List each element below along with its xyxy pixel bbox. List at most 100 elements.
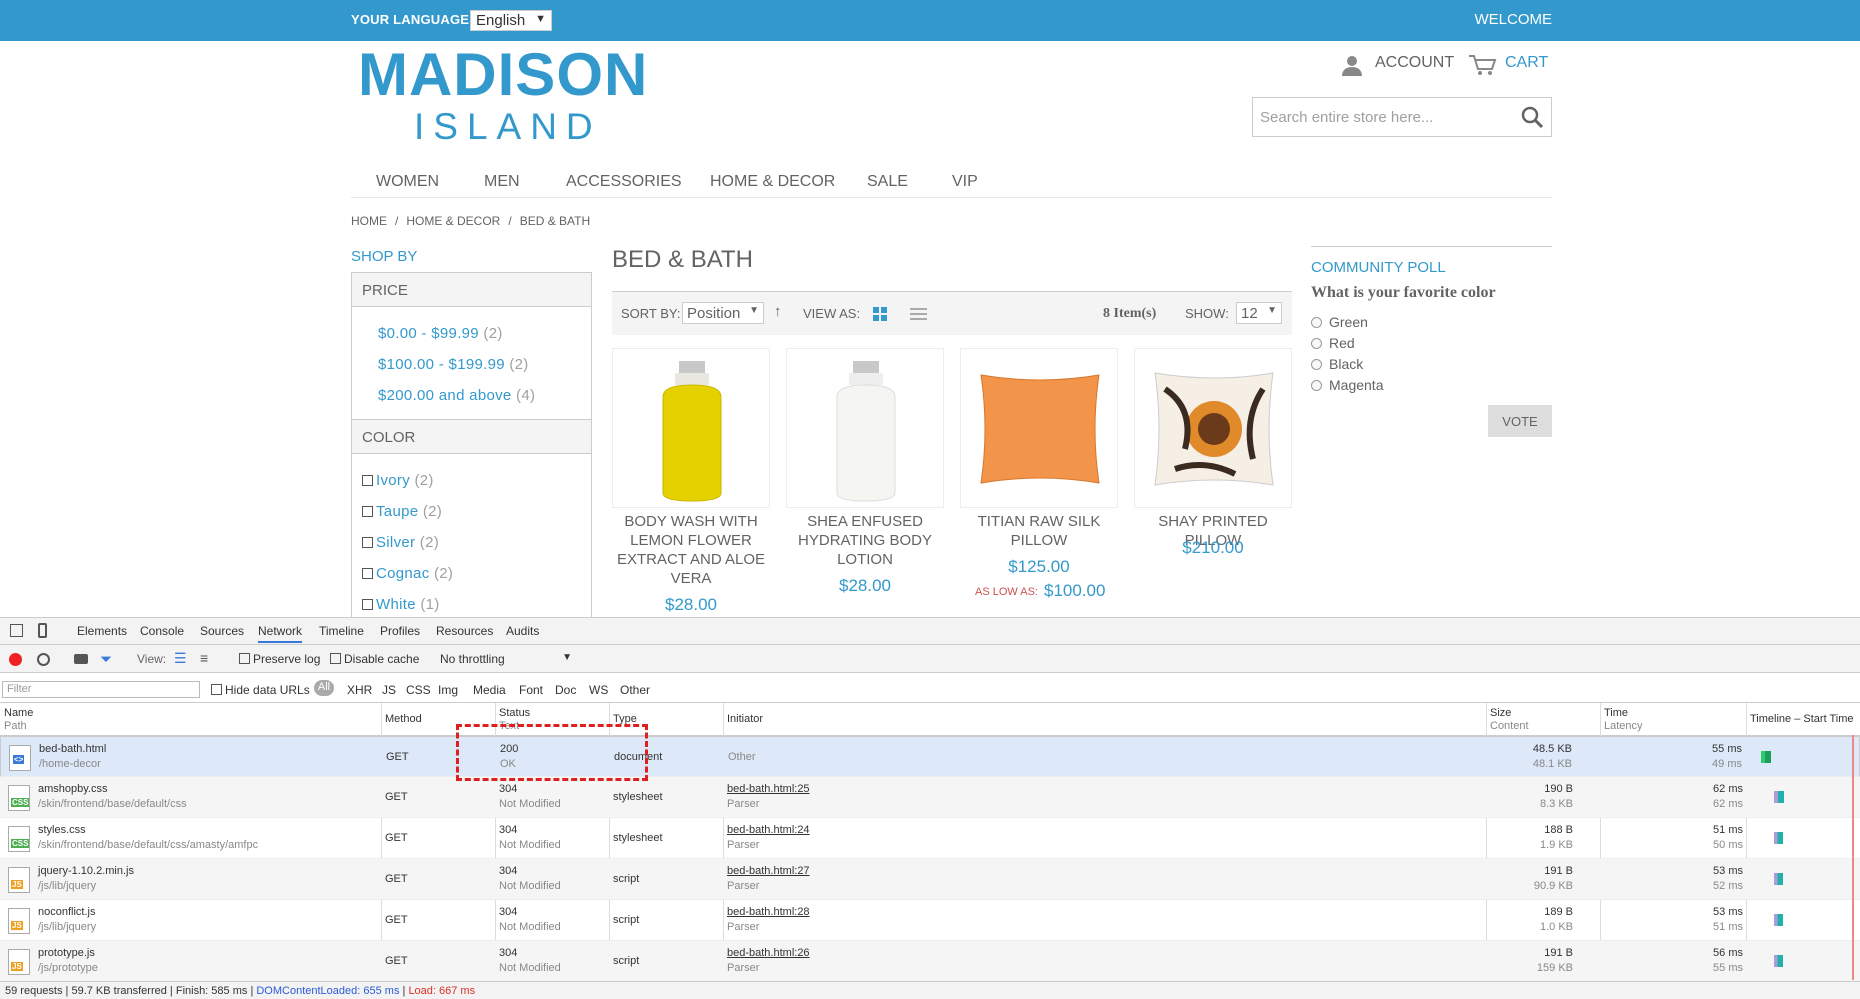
color-filter-option[interactable]: Taupe (2) bbox=[362, 503, 442, 520]
sort-by-select[interactable]: Position ▼ bbox=[682, 302, 764, 324]
checkbox-icon[interactable] bbox=[239, 653, 250, 664]
radio-icon[interactable] bbox=[1311, 359, 1322, 370]
product-image-printed-pillow[interactable] bbox=[1134, 348, 1292, 508]
price-filter-heading[interactable]: PRICE bbox=[352, 273, 591, 307]
type-filter-js[interactable]: JS bbox=[382, 683, 396, 697]
column-initiator[interactable]: Initiator bbox=[727, 713, 763, 726]
product-image-body-lotion[interactable] bbox=[786, 348, 944, 508]
type-filter-all[interactable]: All bbox=[314, 680, 334, 696]
color-filter-option[interactable]: Silver (2) bbox=[362, 534, 439, 551]
product-image-silk-pillow[interactable] bbox=[960, 348, 1118, 508]
inspect-element-icon[interactable] bbox=[10, 624, 23, 637]
language-select[interactable]: English ▼ bbox=[470, 10, 552, 31]
overview-icon[interactable]: ≡ bbox=[200, 650, 208, 666]
tab-profiles[interactable]: Profiles bbox=[380, 624, 420, 638]
tab-console[interactable]: Console bbox=[140, 624, 184, 638]
tab-resources[interactable]: Resources bbox=[436, 624, 493, 638]
vote-button[interactable]: VOTE bbox=[1488, 405, 1552, 437]
tab-elements[interactable]: Elements bbox=[77, 624, 127, 638]
cart-link[interactable]: CART bbox=[1468, 52, 1552, 78]
type-filter-css[interactable]: CSS bbox=[406, 683, 431, 697]
preserve-log-checkbox[interactable]: Preserve log bbox=[239, 652, 320, 666]
nav-item-men[interactable]: MEN bbox=[484, 173, 520, 191]
large-rows-icon[interactable]: ☰ bbox=[174, 650, 187, 667]
type-filter-font[interactable]: Font bbox=[519, 683, 543, 697]
sort-direction-icon[interactable]: ↑ bbox=[774, 303, 782, 320]
color-filter-option[interactable]: White (1) bbox=[362, 596, 440, 613]
color-filter-option[interactable]: Ivory (2) bbox=[362, 472, 434, 489]
search-icon[interactable] bbox=[1521, 106, 1543, 128]
table-row[interactable]: <> bed-bath.html/home-decor GET 200 OK do… bbox=[0, 736, 1860, 777]
column-name[interactable]: Name Path bbox=[4, 707, 33, 733]
checkbox-icon[interactable] bbox=[330, 653, 341, 664]
account-link[interactable]: ACCOUNT bbox=[1340, 52, 1454, 78]
checkbox-icon[interactable] bbox=[362, 568, 373, 579]
initiator-link[interactable]: bed-bath.html:25 bbox=[727, 782, 810, 797]
poll-option-red[interactable]: Red bbox=[1311, 335, 1355, 351]
price-filter-option[interactable]: $200.00 and above (4) bbox=[378, 387, 535, 404]
initiator-link[interactable]: bed-bath.html:27 bbox=[727, 864, 810, 879]
throttling-select[interactable]: No throttling ▼ bbox=[440, 652, 574, 666]
price-filter-option[interactable]: $0.00 - $99.99 (2) bbox=[378, 325, 503, 342]
filter-input[interactable]: Filter bbox=[2, 681, 200, 698]
breadcrumb-home-decor[interactable]: HOME & DECOR bbox=[406, 214, 500, 228]
tab-timeline[interactable]: Timeline bbox=[319, 624, 364, 638]
product-image-body-wash[interactable] bbox=[612, 348, 770, 508]
grid-view-icon[interactable] bbox=[873, 307, 887, 321]
filter-icon[interactable]: ⏷ bbox=[100, 651, 112, 668]
checkbox-icon[interactable] bbox=[362, 599, 373, 610]
nav-item-accessories[interactable]: ACCESSORIES bbox=[566, 173, 682, 191]
color-filter-option[interactable]: Cognac (2) bbox=[362, 565, 453, 582]
nav-item-vip[interactable]: VIP bbox=[952, 173, 978, 191]
show-per-page-select[interactable]: 12 ▼ bbox=[1236, 302, 1282, 324]
checkbox-icon[interactable] bbox=[362, 506, 373, 517]
type-filter-doc[interactable]: Doc bbox=[555, 683, 576, 697]
checkbox-icon[interactable] bbox=[362, 537, 373, 548]
nav-item-home-decor[interactable]: HOME & DECOR bbox=[710, 173, 835, 191]
table-row[interactable]: JS noconflict.js/js/lib/jquery GET 304 No… bbox=[0, 900, 1860, 941]
column-timeline[interactable]: Timeline – Start Time bbox=[1750, 713, 1854, 726]
checkbox-icon[interactable] bbox=[211, 684, 222, 695]
type-filter-other[interactable]: Other bbox=[620, 683, 650, 697]
hide-data-urls-checkbox[interactable]: Hide data URLs bbox=[211, 683, 310, 697]
radio-icon[interactable] bbox=[1311, 380, 1322, 391]
type-filter-ws[interactable]: WS bbox=[589, 683, 608, 697]
table-row[interactable]: CSS styles.css/skin/frontend/base/defaul… bbox=[0, 818, 1860, 859]
initiator-link[interactable]: bed-bath.html:24 bbox=[727, 823, 810, 838]
initiator-link[interactable]: bed-bath.html:26 bbox=[727, 946, 810, 961]
capture-screenshots-icon[interactable] bbox=[74, 654, 88, 664]
product-name-silk-pillow[interactable]: TITIAN RAW SILK PILLOW bbox=[960, 512, 1118, 550]
price-filter-option[interactable]: $100.00 - $199.99 (2) bbox=[378, 356, 529, 373]
column-method[interactable]: Method bbox=[385, 713, 422, 726]
disable-cache-checkbox[interactable]: Disable cache bbox=[330, 652, 419, 666]
column-time[interactable]: Time Latency bbox=[1604, 707, 1643, 733]
table-row[interactable]: CSS amshopby.css/skin/frontend/base/defa… bbox=[0, 777, 1860, 818]
clear-icon[interactable] bbox=[37, 653, 50, 666]
nav-item-sale[interactable]: SALE bbox=[867, 173, 908, 191]
poll-option-black[interactable]: Black bbox=[1311, 356, 1363, 372]
radio-icon[interactable] bbox=[1311, 338, 1322, 349]
device-mode-icon[interactable] bbox=[38, 623, 47, 638]
logo-island[interactable]: ISLAND bbox=[414, 106, 602, 148]
product-name-body-wash[interactable]: BODY WASH WITH LEMON FLOWER EXTRACT AND … bbox=[612, 512, 770, 588]
tab-audits[interactable]: Audits bbox=[506, 624, 539, 638]
initiator-link[interactable]: bed-bath.html:28 bbox=[727, 905, 810, 920]
poll-option-magenta[interactable]: Magenta bbox=[1311, 377, 1383, 393]
logo-madison[interactable]: MADISON bbox=[358, 40, 648, 109]
poll-option-green[interactable]: Green bbox=[1311, 314, 1368, 330]
type-filter-media[interactable]: Media bbox=[473, 683, 506, 697]
tab-sources[interactable]: Sources bbox=[200, 624, 244, 638]
type-filter-xhr[interactable]: XHR bbox=[347, 683, 372, 697]
tab-network[interactable]: Network bbox=[258, 624, 303, 643]
search-input[interactable]: Search entire store here... bbox=[1252, 97, 1552, 137]
product-name-body-lotion[interactable]: SHEA ENFUSED HYDRATING BODY LOTION bbox=[786, 512, 944, 569]
nav-item-women[interactable]: WOMEN bbox=[376, 173, 439, 191]
column-size[interactable]: Size Content bbox=[1490, 707, 1529, 733]
type-filter-img[interactable]: Img bbox=[438, 683, 458, 697]
record-icon[interactable] bbox=[9, 653, 22, 666]
radio-icon[interactable] bbox=[1311, 317, 1322, 328]
list-view-icon[interactable] bbox=[910, 308, 927, 321]
table-row[interactable]: JS prototype.js/js/prototype GET 304 Not … bbox=[0, 941, 1860, 982]
checkbox-icon[interactable] bbox=[362, 475, 373, 486]
color-filter-heading[interactable]: COLOR bbox=[352, 420, 591, 454]
